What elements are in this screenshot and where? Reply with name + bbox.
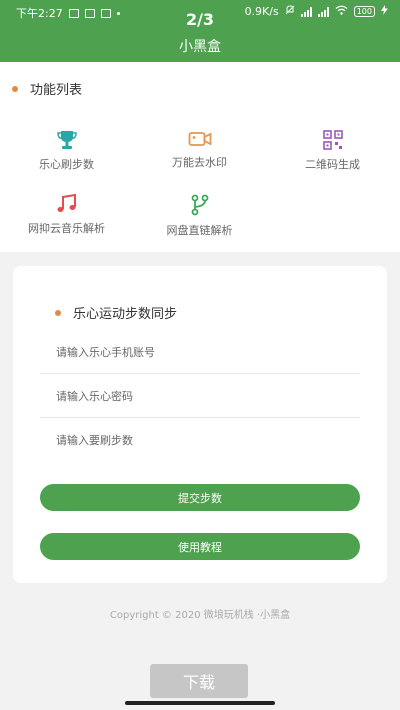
feature-label: 万能去水印 <box>172 156 227 169</box>
app-header: 下午2:27 0.9K/s 100 2/3 小黑盒 <box>0 0 400 62</box>
step-sync-card: 乐心运动步数同步 提交步数 使用教程 <box>13 266 387 583</box>
download-button[interactable]: 下载 <box>150 664 248 698</box>
password-input[interactable] <box>40 376 360 418</box>
feature-label: 乐心刷步数 <box>39 158 94 171</box>
feature-netdisk-parser[interactable]: 网盘直链解析 <box>133 194 266 238</box>
feature-qr-generator[interactable]: 二维码生成 <box>266 130 399 172</box>
feature-label: 网抑云音乐解析 <box>28 222 105 235</box>
video-camera-icon <box>133 130 266 148</box>
sync-form-title: 乐心运动步数同步 <box>55 303 177 322</box>
phone-input[interactable] <box>40 332 360 374</box>
feature-watermark-remover[interactable]: 万能去水印 <box>133 130 266 170</box>
page-counter: 2/3 <box>185 10 215 29</box>
sync-form-label: 乐心运动步数同步 <box>73 307 178 322</box>
home-indicator[interactable] <box>125 701 275 705</box>
music-note-icon <box>0 194 133 214</box>
steps-input[interactable] <box>40 419 360 461</box>
tutorial-button[interactable]: 使用教程 <box>40 533 360 560</box>
feature-step-brush[interactable]: 乐心刷步数 <box>0 130 133 172</box>
feature-label: 网盘直链解析 <box>166 224 233 237</box>
bullet-dot-icon <box>55 309 61 316</box>
bullet-dot-icon <box>12 85 18 92</box>
feature-panel: 功能列表 乐心刷步数 万能去水印 二维码生成 网抑云音乐解析 网盘直链解析 <box>0 62 400 252</box>
copyright-text: Copyright © 2020 微埌玩机栈 ·小黑盒 <box>109 610 291 621</box>
feature-music-parser[interactable]: 网抑云音乐解析 <box>0 194 133 236</box>
feature-section-title: 功能列表 <box>12 79 82 98</box>
trophy-icon <box>0 130 133 150</box>
branch-icon <box>133 194 266 216</box>
qr-code-icon <box>266 130 399 150</box>
app-title: 小黑盒 <box>179 39 221 55</box>
submit-steps-button[interactable]: 提交步数 <box>40 484 360 511</box>
feature-section-label: 功能列表 <box>30 83 83 98</box>
feature-label: 二维码生成 <box>305 158 360 171</box>
